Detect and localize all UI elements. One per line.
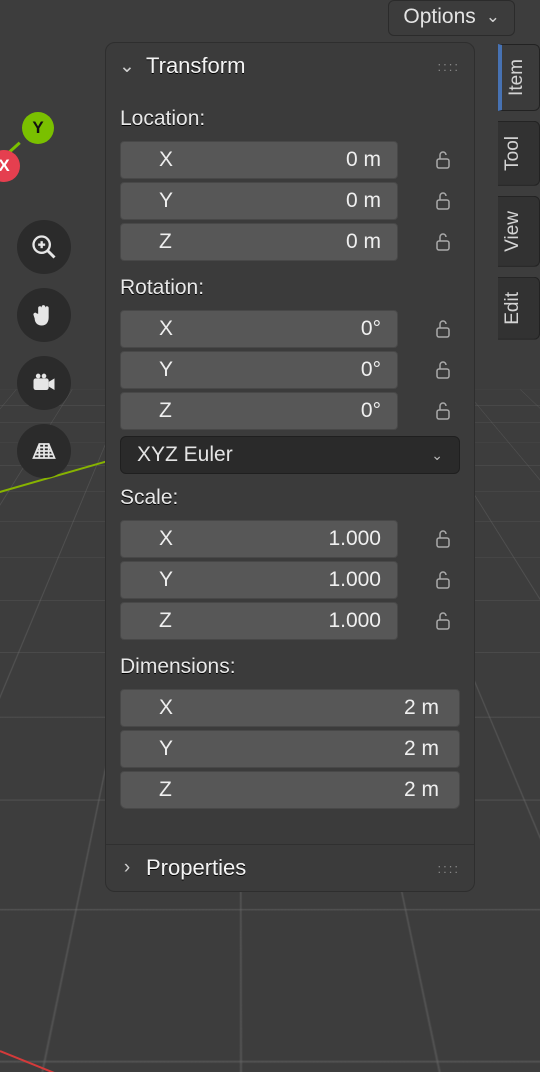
properties-panel: › Properties :::: <box>106 844 474 891</box>
tab-view[interactable]: View <box>498 196 540 267</box>
rotation-x-lock[interactable] <box>426 310 460 348</box>
rotation-x-field[interactable]: X0° <box>120 310 398 348</box>
transform-section-body: Location: X0 m Y0 m Z0 m Rotation: X0° Y… <box>106 89 474 828</box>
rotation-label: Rotation: <box>120 264 460 310</box>
location-label: Location: <box>120 95 460 141</box>
rotation-mode-select[interactable]: XYZ Euler⌄ <box>120 436 460 474</box>
rotation-z-field[interactable]: Z0° <box>120 392 398 430</box>
side-tabs: Item Tool View Edit <box>498 44 540 339</box>
properties-section-header[interactable]: › Properties :::: <box>106 845 474 891</box>
drag-handle-icon[interactable]: :::: <box>438 861 460 876</box>
location-x-lock[interactable] <box>426 141 460 179</box>
section-title: Properties <box>146 855 430 881</box>
options-label: Options <box>403 5 475 29</box>
unlock-icon <box>431 609 455 633</box>
axis-gizmo[interactable]: Y X <box>0 70 100 210</box>
gizmo-ball-x[interactable]: X <box>0 150 20 182</box>
chevron-down-icon: ⌄ <box>486 7 500 27</box>
chevron-down-icon: ⌄ <box>116 55 138 78</box>
tab-edit[interactable]: Edit <box>498 277 540 340</box>
grid-perspective-icon <box>30 437 58 465</box>
location-y-field[interactable]: Y0 m <box>120 182 398 220</box>
unlock-icon <box>431 189 455 213</box>
scale-y-field[interactable]: Y1.000 <box>120 561 398 599</box>
drag-handle-icon[interactable]: :::: <box>438 59 460 74</box>
rotation-z-lock[interactable] <box>426 392 460 430</box>
rotation-y-field[interactable]: Y0° <box>120 351 398 389</box>
dimensions-label: Dimensions: <box>120 643 460 689</box>
unlock-icon <box>431 148 455 172</box>
dimensions-y-field[interactable]: Y2 m <box>120 730 460 768</box>
zoom-button[interactable] <box>17 220 71 274</box>
location-z-lock[interactable] <box>426 223 460 261</box>
scale-y-lock[interactable] <box>426 561 460 599</box>
viewport-3d[interactable]: Y X Options ⌄ ⌄ Transform :::: Location:… <box>0 0 540 1072</box>
chevron-right-icon: › <box>116 857 138 879</box>
unlock-icon <box>431 317 455 341</box>
options-button[interactable]: Options ⌄ <box>388 0 515 36</box>
tab-item[interactable]: Item <box>498 44 540 111</box>
section-title: Transform <box>146 53 430 79</box>
transform-section-header[interactable]: ⌄ Transform :::: <box>106 43 474 89</box>
location-y-lock[interactable] <box>426 182 460 220</box>
gizmo-ball-y[interactable]: Y <box>22 112 54 144</box>
perspective-button[interactable] <box>17 424 71 478</box>
unlock-icon <box>431 399 455 423</box>
chevron-down-icon: ⌄ <box>431 447 443 464</box>
hand-icon <box>30 301 58 329</box>
scale-label: Scale: <box>120 474 460 520</box>
dimensions-z-field[interactable]: Z2 m <box>120 771 460 809</box>
camera-button[interactable] <box>17 356 71 410</box>
camera-icon <box>30 369 58 397</box>
unlock-icon <box>431 568 455 592</box>
location-x-field[interactable]: X0 m <box>120 141 398 179</box>
viewport-buttons <box>17 220 71 478</box>
unlock-icon <box>431 358 455 382</box>
scale-x-field[interactable]: X1.000 <box>120 520 398 558</box>
scale-x-lock[interactable] <box>426 520 460 558</box>
pan-button[interactable] <box>17 288 71 342</box>
location-z-field[interactable]: Z0 m <box>120 223 398 261</box>
scale-z-field[interactable]: Z1.000 <box>120 602 398 640</box>
magnifier-plus-icon <box>30 233 58 261</box>
transform-panel: ⌄ Transform :::: Location: X0 m Y0 m Z0 … <box>105 42 475 892</box>
unlock-icon <box>431 230 455 254</box>
tab-tool[interactable]: Tool <box>498 121 540 186</box>
unlock-icon <box>431 527 455 551</box>
rotation-y-lock[interactable] <box>426 351 460 389</box>
scale-z-lock[interactable] <box>426 602 460 640</box>
dimensions-x-field[interactable]: X2 m <box>120 689 460 727</box>
